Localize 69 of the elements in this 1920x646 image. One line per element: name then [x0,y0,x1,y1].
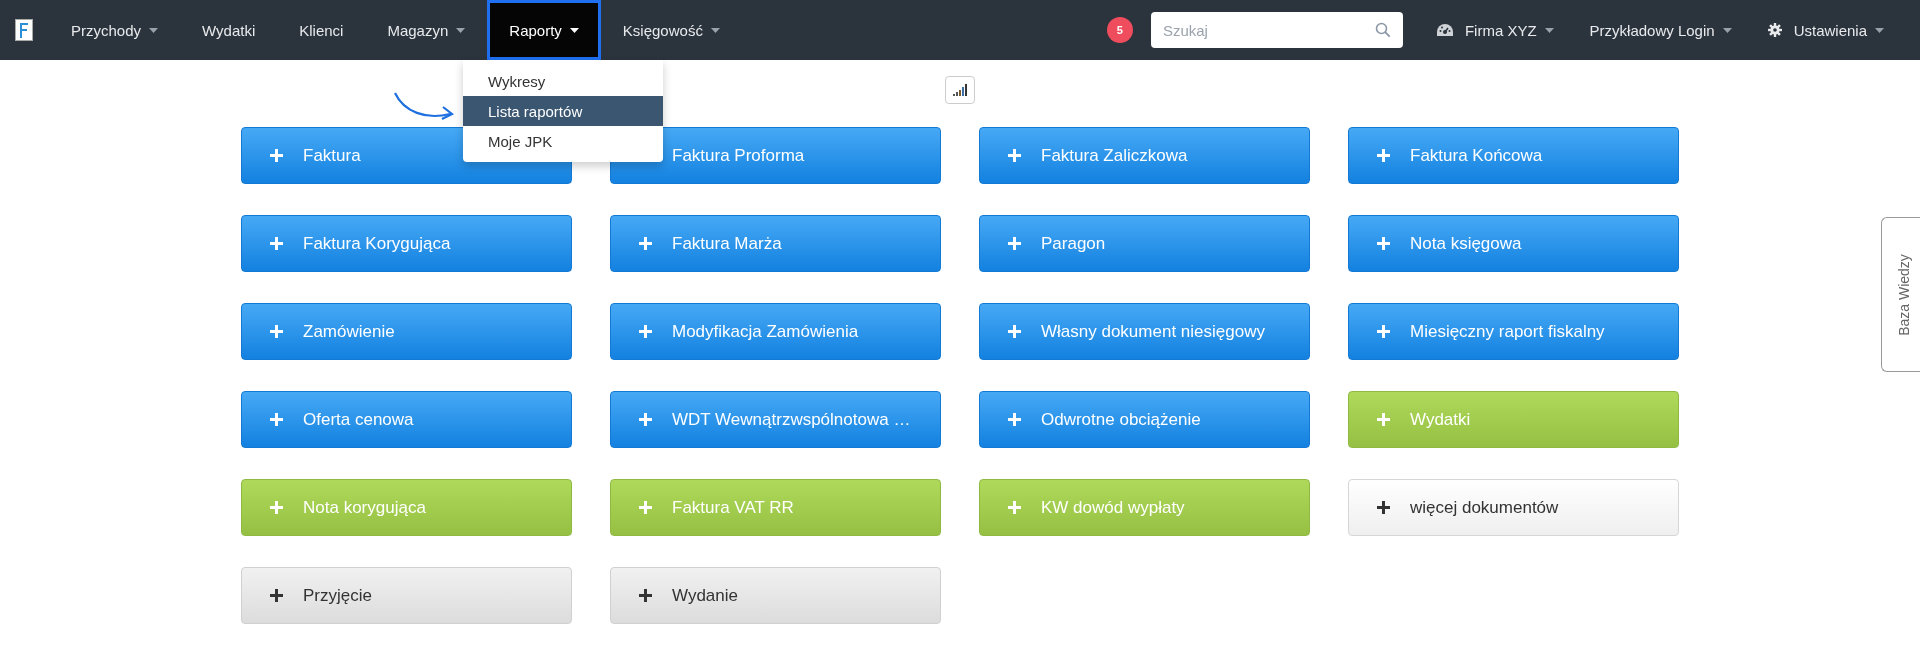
plus-icon [270,237,283,250]
caret-icon [710,27,720,33]
nav-menu-item[interactable]: Ustawienia [1749,0,1902,60]
caret-icon [456,27,466,33]
plus-icon [270,589,283,602]
caret-icon [149,27,159,33]
caret-icon [1544,27,1554,33]
plus-icon [1008,501,1021,514]
caret-icon [1722,27,1732,33]
new-document-button[interactable]: Przyjęcie [241,567,572,624]
plus-icon [639,237,652,250]
plus-icon [270,501,283,514]
plus-icon [639,589,652,602]
nav-menu-item[interactable]: Księgowość [600,0,742,60]
new-document-button[interactable]: Wydanie [610,567,941,624]
logo-icon[interactable] [15,19,33,41]
plus-icon [270,413,283,426]
caret-icon [1875,27,1884,33]
knowledge-base-tab[interactable]: Baza Wiedzy [1881,217,1920,372]
caret-icon [569,27,579,33]
chart-toggle-button[interactable] [945,76,975,104]
nav-menu-item[interactable]: Raporty [487,0,601,60]
new-document-button[interactable]: Zamówienie [241,303,572,360]
plus-icon [1008,413,1021,426]
plus-icon [1008,325,1021,338]
gauge-icon [1436,24,1453,36]
new-document-button[interactable]: Faktura Końcowa [1348,127,1679,184]
nav-menu-item[interactable]: Magazyn [365,0,488,60]
bar-chart-icon [953,84,967,96]
plus-icon [639,325,652,338]
new-document-button[interactable]: KW dowód wypłaty [979,479,1310,536]
new-document-button[interactable]: Faktura Marża [610,215,941,272]
new-document-button[interactable]: Oferta cenowa [241,391,572,448]
new-document-button[interactable]: Faktura Proforma [610,127,941,184]
search-icon [1374,22,1391,38]
nav-menu-item[interactable]: Wydatki [180,0,278,60]
plus-icon [1377,237,1390,250]
nav-menu-item[interactable]: Przychody [49,0,181,60]
new-document-button[interactable]: WDT Wewnątrzwspólnotowa … [610,391,941,448]
nav-menu-item[interactable]: Firma XYZ [1418,0,1572,60]
notification-badge[interactable]: 5 [1106,17,1133,43]
new-document-button[interactable]: więcej dokumentów [1348,479,1679,536]
plus-icon [270,325,283,338]
plus-icon [1377,149,1390,162]
new-document-button[interactable]: Paragon [979,215,1310,272]
new-document-button[interactable]: Faktura VAT RR [610,479,941,536]
new-document-button[interactable]: Modyfikacja Zamówienia [610,303,941,360]
plus-icon [1008,237,1021,250]
plus-icon [1377,413,1390,426]
plus-icon [1377,501,1390,514]
search-field[interactable]: Szukaj [1150,12,1403,48]
new-document-button[interactable]: Własny dokument niesięgowy [979,303,1310,360]
new-document-button[interactable]: Faktura Korygująca [241,215,572,272]
dropdown-menu-item[interactable]: Wykresy [463,66,663,96]
settings-icon [1767,23,1782,37]
nav-menu-item[interactable]: Klienci [277,0,366,60]
dropdown-menu-item[interactable]: Lista raportów [463,96,663,126]
new-document-button[interactable]: Wydatki [1348,391,1679,448]
plus-icon [1377,325,1390,338]
nav-menu-item[interactable]: Przykładowy Login [1571,0,1750,60]
new-document-button[interactable]: Miesięczny raport fiskalny [1348,303,1679,360]
plus-icon [639,501,652,514]
new-document-button[interactable]: Nota korygująca [241,479,572,536]
plus-icon [270,149,283,162]
new-document-button[interactable]: Faktura Zaliczkowa [979,127,1310,184]
plus-icon [639,413,652,426]
plus-icon [1008,149,1021,162]
new-document-button[interactable]: Nota księgowa [1348,215,1679,272]
new-document-button[interactable]: Odwrotne obciążenie [979,391,1310,448]
